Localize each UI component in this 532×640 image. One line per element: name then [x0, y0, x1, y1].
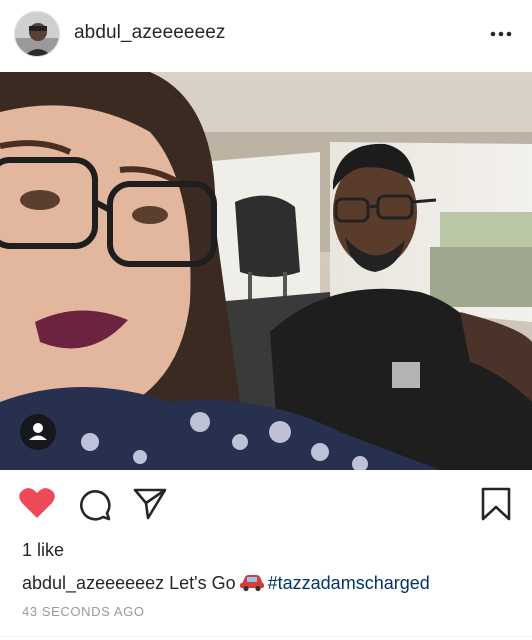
more-options-icon[interactable]	[488, 24, 516, 44]
post-username[interactable]: abdul_azeeeeeez	[74, 22, 226, 44]
avatar[interactable]	[14, 11, 60, 57]
caption-hashtag[interactable]: #tazzadamscharged	[268, 573, 430, 593]
share-button[interactable]	[132, 486, 168, 527]
post-caption: abdul_azeeeeeez Let's Go #tazzadamscharg…	[22, 572, 430, 597]
profile-photo-icon	[15, 12, 59, 56]
save-button[interactable]	[480, 486, 512, 527]
post-photo[interactable]	[0, 72, 532, 470]
comment-icon	[80, 490, 111, 521]
caption-text: Let's Go	[169, 573, 236, 593]
post-actions	[0, 470, 532, 536]
divider	[0, 636, 532, 637]
post-timestamp: 43 SECONDS AGO	[22, 604, 145, 619]
like-count[interactable]: 1 like	[22, 540, 64, 561]
post-header: abdul_azeeeeeez	[0, 0, 532, 72]
red-car-icon	[239, 572, 265, 597]
like-button[interactable]	[18, 486, 56, 525]
heart-filled-icon	[19, 488, 55, 518]
paper-plane-icon	[133, 488, 167, 520]
selfie-in-car-image	[0, 72, 532, 470]
user-tag-icon[interactable]	[20, 414, 56, 450]
caption-username[interactable]: abdul_azeeeeeez	[22, 573, 164, 593]
comment-button[interactable]	[76, 486, 112, 527]
bookmark-icon	[481, 487, 511, 521]
